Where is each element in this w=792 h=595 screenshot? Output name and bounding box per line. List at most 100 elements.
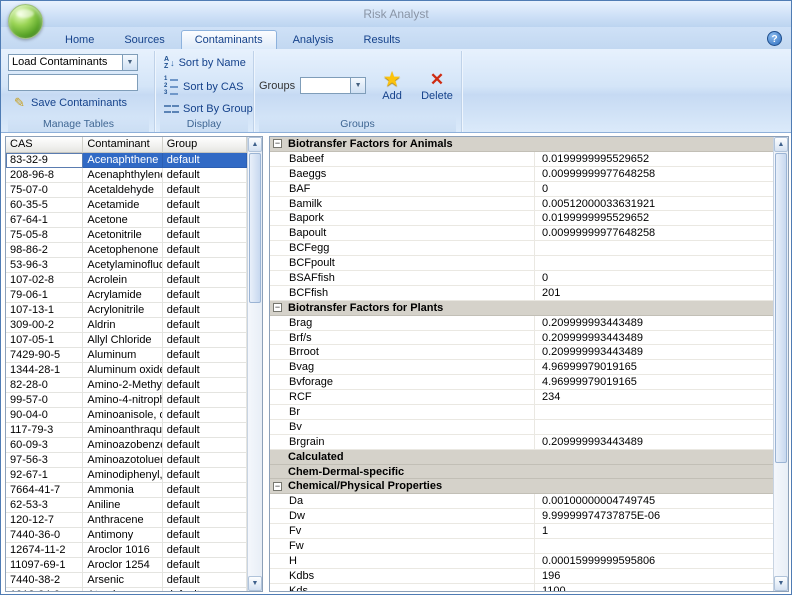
table-row[interactable]: 60-09-3Aminoazobenzendefault	[6, 438, 247, 453]
cell-group[interactable]: default	[163, 483, 247, 498]
table-row[interactable]: 7664-41-7Ammoniadefault	[6, 483, 247, 498]
table-row[interactable]: 82-28-0Amino-2-Methylaldefault	[6, 378, 247, 393]
table-row[interactable]: 92-67-1Aminodiphenyl, 4default	[6, 468, 247, 483]
chevron-down-icon[interactable]: ▼	[122, 55, 137, 70]
cell-contaminant[interactable]: Aminoanisole, o-	[83, 408, 162, 423]
cell-group[interactable]: default	[163, 423, 247, 438]
save-contaminants-button[interactable]: ✎ Save Contaminants	[8, 94, 149, 111]
right-scroll-track[interactable]	[774, 152, 788, 576]
property-row[interactable]: Brf/s0.209999993443489	[270, 331, 773, 346]
cell-contaminant[interactable]: Allyl Chloride	[83, 333, 162, 348]
table-row[interactable]: 53-96-3Acetylaminofluordefault	[6, 258, 247, 273]
cell-cas[interactable]: 53-96-3	[6, 258, 83, 273]
table-row[interactable]: 7440-38-2Arsenicdefault	[6, 573, 247, 588]
property-row[interactable]: Br	[270, 405, 773, 420]
tab-sources[interactable]: Sources	[110, 30, 178, 49]
cell-cas[interactable]: 67-64-1	[6, 213, 83, 228]
cell-cas[interactable]: 107-02-8	[6, 273, 83, 288]
cell-group[interactable]: default	[163, 453, 247, 468]
table-row[interactable]: 309-00-2Aldrindefault	[6, 318, 247, 333]
property-value[interactable]: 1	[535, 524, 773, 538]
cell-group[interactable]: default	[163, 438, 247, 453]
cell-group[interactable]: default	[163, 348, 247, 363]
cell-contaminant[interactable]: Arsenic	[83, 573, 162, 588]
cell-cas[interactable]: 1912-24-9	[6, 588, 83, 591]
left-table-scrollbar[interactable]: ▲ ▼	[247, 137, 262, 591]
cell-contaminant[interactable]: Amino-4-nitrophe	[83, 393, 162, 408]
table-row[interactable]: 75-07-0Acetaldehydedefault	[6, 183, 247, 198]
sort-by-name-button[interactable]: AZ ↓ Sort by Name	[160, 54, 248, 72]
property-row[interactable]: BAF0	[270, 182, 773, 197]
property-value[interactable]: 0.209999993443489	[535, 435, 773, 449]
cell-contaminant[interactable]: Acetylaminofluor	[83, 258, 162, 273]
property-value[interactable]	[535, 420, 773, 434]
table-name-input[interactable]	[8, 74, 138, 91]
cell-group[interactable]: default	[163, 558, 247, 573]
cell-contaminant[interactable]: Aminoazobenzen	[83, 438, 162, 453]
cell-contaminant[interactable]: Aroclor 1016	[83, 543, 162, 558]
cell-group[interactable]: default	[163, 183, 247, 198]
cell-group[interactable]: default	[163, 228, 247, 243]
cell-group[interactable]: default	[163, 513, 247, 528]
property-row[interactable]: Brroot0.209999993443489	[270, 345, 773, 360]
property-value[interactable]: 234	[535, 390, 773, 404]
table-row[interactable]: 107-05-1Allyl Chloridedefault	[6, 333, 247, 348]
property-row[interactable]: Kdbs196	[270, 569, 773, 584]
cell-cas[interactable]: 1344-28-1	[6, 363, 83, 378]
property-row[interactable]: BCFegg	[270, 241, 773, 256]
scroll-down-icon[interactable]: ▼	[248, 576, 262, 591]
cell-cas[interactable]: 309-00-2	[6, 318, 83, 333]
property-row[interactable]: H0.00015999999595806	[270, 554, 773, 569]
property-row[interactable]: Da0.00100000004749745	[270, 494, 773, 509]
property-section-header[interactable]: −Biotransfer Factors for Plants	[270, 301, 773, 316]
tab-analysis[interactable]: Analysis	[279, 30, 348, 49]
cell-group[interactable]: default	[163, 243, 247, 258]
property-value[interactable]: 0.0199999995529652	[535, 211, 773, 225]
cell-group[interactable]: default	[163, 543, 247, 558]
cell-contaminant[interactable]: Antimony	[83, 528, 162, 543]
scroll-up-icon[interactable]: ▲	[774, 137, 788, 152]
left-scroll-track[interactable]	[248, 152, 262, 576]
cell-cas[interactable]: 90-04-0	[6, 408, 83, 423]
property-value[interactable]: 0.209999993443489	[535, 331, 773, 345]
cell-group[interactable]: default	[163, 303, 247, 318]
property-value[interactable]: 0.209999993443489	[535, 345, 773, 359]
property-value[interactable]: 0	[535, 271, 773, 285]
property-value[interactable]: 0	[535, 182, 773, 196]
delete-group-button[interactable]: ✕ Delete	[418, 67, 456, 105]
cell-contaminant[interactable]: Acrylonitrile	[83, 303, 162, 318]
scroll-down-icon[interactable]: ▼	[774, 576, 788, 591]
property-row[interactable]: RCF234	[270, 390, 773, 405]
table-row[interactable]: 107-13-1Acrylonitriledefault	[6, 303, 247, 318]
cell-group[interactable]: default	[163, 378, 247, 393]
property-row[interactable]: Brgrain0.209999993443489	[270, 435, 773, 450]
cell-cas[interactable]: 75-05-8	[6, 228, 83, 243]
property-value[interactable]: 0.00512000033631921	[535, 197, 773, 211]
cell-contaminant[interactable]: Aniline	[83, 498, 162, 513]
cell-contaminant[interactable]: Anthracene	[83, 513, 162, 528]
cell-contaminant[interactable]: Acrylamide	[83, 288, 162, 303]
table-row[interactable]: 208-96-8Acenaphthylenedefault	[6, 168, 247, 183]
cell-group[interactable]: default	[163, 363, 247, 378]
table-row[interactable]: 1912-24-9Atrazinedefault	[6, 588, 247, 591]
cell-cas[interactable]: 99-57-0	[6, 393, 83, 408]
property-row[interactable]: Dw9.99999974737875E-06	[270, 509, 773, 524]
property-value[interactable]: 0.209999993443489	[535, 316, 773, 330]
cell-contaminant[interactable]: Acetone	[83, 213, 162, 228]
column-header-contaminant[interactable]: Contaminant	[83, 137, 162, 153]
property-row[interactable]: Bv	[270, 420, 773, 435]
property-value[interactable]: 201	[535, 286, 773, 300]
table-row[interactable]: 60-35-5Acetamidedefault	[6, 198, 247, 213]
cell-contaminant[interactable]: Aminoazotoluene	[83, 453, 162, 468]
cell-cas[interactable]: 7440-38-2	[6, 573, 83, 588]
cell-group[interactable]: default	[163, 273, 247, 288]
table-row[interactable]: 90-04-0Aminoanisole, o-default	[6, 408, 247, 423]
cell-contaminant[interactable]: Aminodiphenyl, 4	[83, 468, 162, 483]
table-row[interactable]: 97-56-3Aminoazotoluenedefault	[6, 453, 247, 468]
sort-by-group-button[interactable]: Sort By Group	[160, 101, 248, 117]
property-row[interactable]: Kds1100	[270, 584, 773, 591]
cell-contaminant[interactable]: Aminoanthraquin	[83, 423, 162, 438]
property-value[interactable]: 0.00999999977648258	[535, 226, 773, 240]
property-row[interactable]: Fv1	[270, 524, 773, 539]
cell-group[interactable]: default	[163, 213, 247, 228]
